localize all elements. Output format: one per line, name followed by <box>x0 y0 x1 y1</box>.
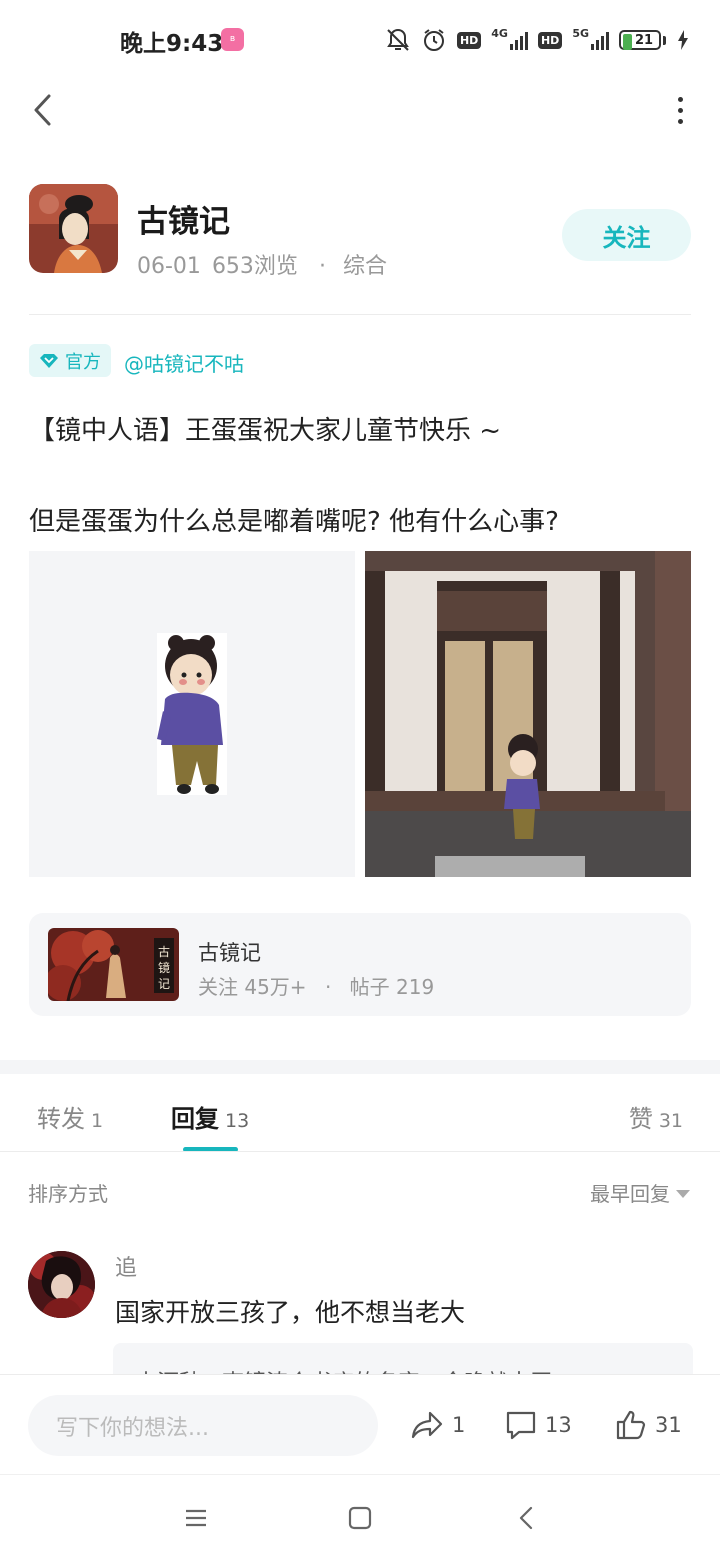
tab-repost-count: 1 <box>91 1110 104 1132</box>
divider <box>29 314 691 315</box>
official-tag: 官方 <box>29 344 111 377</box>
comment-count: 13 <box>545 1413 572 1437</box>
post-text-line: 但是蛋蛋为什么总是嘟着嘴呢? 他有什么心事? <box>29 507 559 537</box>
tab-reply[interactable]: 回复 13 <box>171 1099 249 1134</box>
comment-text: 国家开放三孩了，他不想当老大 <box>115 1298 466 1327</box>
recent-apps-button[interactable] <box>179 1501 213 1535</box>
official-tag-label: 官方 <box>65 351 101 373</box>
comment-button[interactable]: 13 <box>505 1403 572 1447</box>
post-image[interactable] <box>365 551 691 877</box>
like-count: 31 <box>655 1413 682 1437</box>
svg-text:记: 记 <box>158 977 170 991</box>
author-avatar[interactable] <box>29 184 118 273</box>
stats-separator: · <box>324 975 332 999</box>
more-dot <box>677 96 683 102</box>
more-dot <box>677 107 683 113</box>
more-dot <box>677 118 683 124</box>
post-category: 综合 <box>342 254 387 279</box>
status-icons: HD 4G HD 5G 21 <box>385 25 690 55</box>
sort-selected-value: 最早回复 <box>590 1182 670 1206</box>
diamond-icon <box>40 353 58 368</box>
circle-stats: 关注 45万+ · 帖子 219 <box>198 971 434 1000</box>
author-name[interactable]: 古镜记 <box>137 196 230 241</box>
post-meta: 06-01 653浏览 · 综合 <box>137 248 391 280</box>
sort-dropdown[interactable]: 最早回复 <box>590 1178 690 1207</box>
back-arrow-icon <box>34 94 51 126</box>
comment-icon <box>506 1411 536 1440</box>
bell-off-icon <box>385 27 411 53</box>
commenter-name[interactable]: 追 <box>115 1250 137 1282</box>
bottom-action-bar: 写下你的想法... 1 13 31 <box>0 1374 720 1474</box>
tab-repost-label: 转发 <box>37 1105 85 1133</box>
battery-icon: 21 <box>619 30 661 50</box>
back-chevron-icon <box>519 1506 533 1530</box>
network-type-label-2: 5G <box>572 26 589 40</box>
tab-repost[interactable]: 转发 1 <box>37 1099 103 1134</box>
comment-input[interactable]: 写下你的想法... <box>28 1395 378 1456</box>
tab-reply-label: 回复 <box>171 1105 219 1133</box>
more-options-button[interactable] <box>670 90 690 130</box>
divider <box>0 1151 720 1152</box>
circle-posts: 帖子 219 <box>349 975 435 999</box>
circle-card[interactable]: 古 镜 记 古镜记 关注 45万+ · 帖子 219 <box>29 913 691 1016</box>
system-navigation-bar <box>0 1474 720 1560</box>
tab-like-count: 31 <box>658 1110 683 1132</box>
battery-tip <box>663 35 666 45</box>
meta-separator: · <box>318 254 326 279</box>
svg-text:镜: 镜 <box>158 960 170 975</box>
battery-level: 21 <box>635 32 654 48</box>
system-back-button[interactable] <box>509 1501 543 1535</box>
post-views: 653浏览 <box>211 254 298 279</box>
share-button[interactable]: 1 <box>410 1403 465 1447</box>
post-date: 06-01 <box>137 254 201 279</box>
status-time: 晚上9:43 <box>120 31 224 57</box>
post-image[interactable] <box>29 551 355 877</box>
status-bar: 晚上9:43 ʙ HD 4G HD 5G 21 <box>0 0 720 80</box>
network-type-label: 4G <box>491 26 508 40</box>
home-square-icon <box>348 1506 372 1530</box>
hd-badge-2: HD <box>537 31 563 49</box>
alarm-icon <box>421 27 447 53</box>
commenter-avatar[interactable] <box>28 1251 95 1318</box>
hd-badge: HD <box>456 31 482 49</box>
thumbs-up-icon <box>616 1410 646 1440</box>
post-text-line: 【镜中人语】王蛋蛋祝大家儿童节快乐 ~ <box>29 416 502 446</box>
circle-name: 古镜记 <box>198 941 261 965</box>
follow-button[interactable]: 关注 <box>562 209 691 261</box>
share-count: 1 <box>452 1413 466 1437</box>
home-button[interactable] <box>343 1501 377 1535</box>
menu-icon <box>186 1509 206 1527</box>
signal-icon-2 <box>591 30 609 50</box>
bilibili-notification-icon: ʙ <box>221 28 244 51</box>
caret-down-icon <box>676 1189 690 1198</box>
section-separator <box>0 1060 720 1074</box>
circle-thumbnail: 古 镜 记 <box>48 928 179 1001</box>
tab-like-label: 赞 <box>628 1105 653 1133</box>
charging-icon <box>676 27 690 53</box>
tab-reply-count: 13 <box>225 1110 250 1132</box>
like-button[interactable]: 31 <box>615 1403 682 1447</box>
back-button[interactable] <box>22 88 62 132</box>
share-icon <box>411 1411 443 1439</box>
tab-like[interactable]: 赞 31 <box>629 1099 683 1134</box>
signal-icon <box>509 30 528 50</box>
circle-followers: 关注 45万+ <box>198 975 307 999</box>
circle-seal-text: 古 <box>158 944 170 959</box>
mention-link[interactable]: @咕镜记不咕 <box>124 348 244 377</box>
sort-label: 排序方式 <box>28 1182 108 1206</box>
